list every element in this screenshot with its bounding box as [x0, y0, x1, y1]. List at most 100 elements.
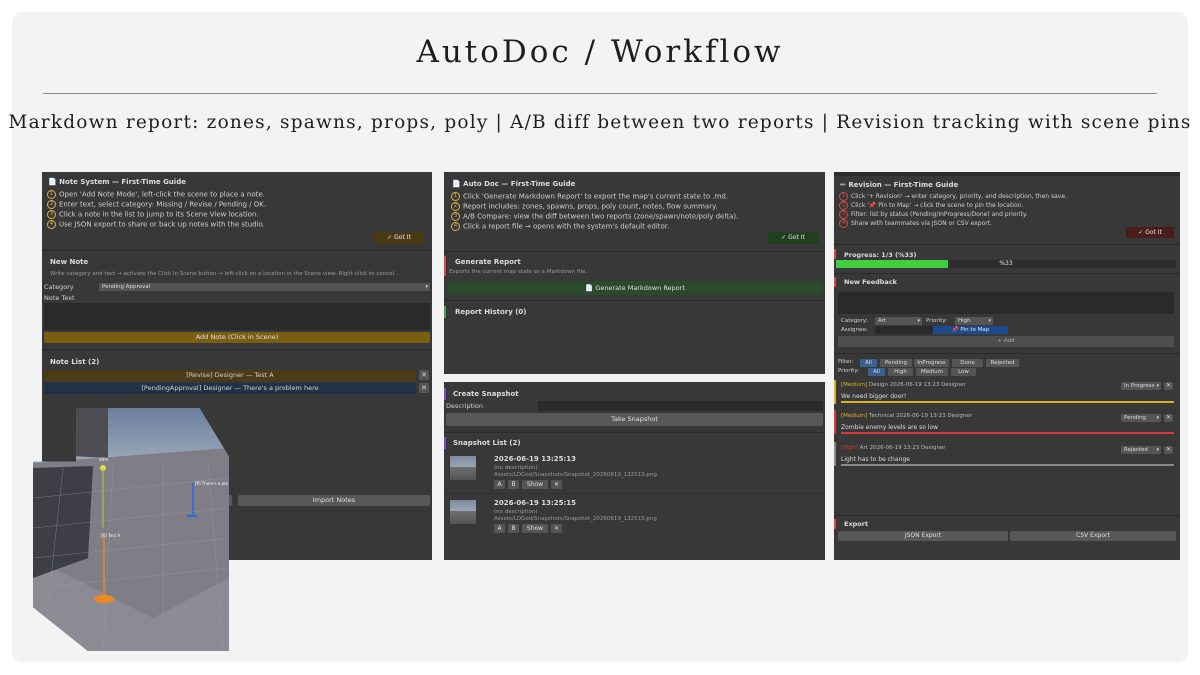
got-it-button[interactable]: ✓ Got It	[374, 232, 424, 244]
status-dropdown[interactable]: In Progress	[1121, 382, 1161, 390]
separator	[444, 493, 825, 494]
note-list-title: Note List (2)	[50, 358, 100, 366]
description-field[interactable]	[538, 401, 823, 411]
take-snapshot-button[interactable]: Take Snapshot	[446, 413, 823, 426]
filter-all[interactable]: All	[860, 359, 877, 367]
separator	[444, 251, 825, 252]
snapshot-thumbnail[interactable]	[450, 456, 476, 480]
section-accent	[834, 277, 836, 287]
step-3-icon: 3	[47, 210, 56, 219]
compare-a-button[interactable]: A	[494, 480, 505, 489]
section-accent	[444, 388, 446, 400]
snapshot-thumbnail[interactable]	[450, 500, 476, 524]
check-icon: ✓	[387, 234, 393, 241]
json-export-button[interactable]: JSON Export	[838, 531, 1008, 541]
separator	[42, 250, 432, 251]
priority-filter-low[interactable]: Low	[951, 368, 976, 376]
guide-line-2: 2 Click '📌 Pin to Map' → click the scene …	[839, 201, 1023, 210]
generate-report-button[interactable]: 📄 Generate Markdown Report	[447, 281, 823, 295]
status-dropdown[interactable]: Pending	[1121, 414, 1161, 422]
guide-line-4: 4 Click a report file → opens with the sy…	[451, 222, 669, 231]
priority-filter-medium[interactable]: Medium	[916, 368, 948, 376]
item-accent	[834, 410, 836, 434]
note-text-label: Note Text	[44, 294, 75, 302]
got-it-button[interactable]: ✓ Got It	[768, 232, 818, 244]
list-item[interactable]: [Revise] Designer — Test A	[44, 370, 416, 381]
check-icon: ✓	[1138, 229, 1144, 236]
scene-label-revise: [R] Test A	[101, 533, 120, 538]
compare-a-button[interactable]: A	[494, 524, 505, 533]
section-accent	[444, 306, 446, 318]
note-text-field[interactable]	[44, 303, 430, 330]
step-1-icon: 1	[47, 190, 56, 199]
priority-filter-all[interactable]: All	[868, 368, 885, 376]
guide-line-4: 4 Use JSON export to share or back up not…	[47, 220, 265, 229]
slide-subtitle: Markdown report: zones, spawns, props, p…	[8, 112, 1192, 133]
filter-label: Filter:	[838, 359, 854, 365]
filter-inprogress[interactable]: InProgress	[914, 359, 949, 367]
step-1-icon: 1	[451, 192, 460, 201]
delete-icon[interactable]: ✕	[551, 524, 562, 533]
delete-icon[interactable]: ✕	[551, 480, 562, 489]
guide-title: Note System — First-Time Guide	[59, 178, 186, 186]
progress-bar: %33	[836, 260, 1176, 268]
import-notes-button[interactable]: Import Notes	[238, 495, 430, 506]
compare-b-button[interactable]: B	[508, 480, 519, 489]
feedback-text-field[interactable]	[838, 292, 1174, 314]
csv-export-button[interactable]: CSV Export	[1010, 531, 1176, 541]
history-title: Report History (0)	[455, 308, 527, 316]
assignee-label: Assignee:	[841, 327, 868, 333]
add-note-button[interactable]: Add Note (Click in Scene)	[44, 332, 430, 343]
filter-done[interactable]: Done	[952, 359, 983, 367]
item-text: We need bigger door!	[841, 393, 907, 400]
priority-filter-high[interactable]: High	[888, 368, 913, 376]
filter-rejected[interactable]: Rejected	[986, 359, 1019, 367]
guide-line-4: 4 Share with teammates via JSON or CSV ex…	[839, 219, 992, 228]
close-icon[interactable]: ✕	[1164, 382, 1173, 390]
category-label: Category:	[841, 318, 868, 324]
guide-line-1: 1 Open 'Add Note Mode', left-click the sc…	[47, 190, 265, 199]
close-icon[interactable]: ✕	[1164, 414, 1173, 422]
pencil-icon: ✏	[840, 181, 846, 189]
priority-dropdown[interactable]: High	[955, 317, 993, 325]
guide-line-3: 3 Filter: list by status (Pending/InProgr…	[839, 210, 1028, 219]
separator	[834, 273, 1180, 274]
section-accent	[444, 256, 446, 276]
item-meta: [Medium] Design 2026-06-19 13:23 Designe…	[841, 382, 966, 388]
show-button[interactable]: Show	[522, 480, 548, 489]
filter-pending[interactable]: Pending	[880, 359, 912, 367]
step-1-icon: 1	[839, 192, 848, 201]
close-icon[interactable]: ✕	[419, 370, 429, 380]
snapshot-list-title: Snapshot List (2)	[453, 439, 521, 447]
description-label: Description	[446, 402, 484, 410]
separator	[834, 244, 1180, 245]
item-text: Light has to be change	[841, 456, 910, 463]
guide-header: ✏ Revision — First-Time Guide	[840, 181, 958, 189]
slide-title: AutoDoc / Workflow	[416, 34, 784, 70]
snapshot-path: Assets/LDGod/Snapshots/Snapshot_20260619…	[494, 516, 657, 522]
list-item[interactable]: [PendingApproval] Designer — There's a p…	[44, 383, 416, 394]
step-3-icon: 3	[839, 210, 848, 219]
close-icon[interactable]: ✕	[1164, 446, 1173, 454]
assignee-field[interactable]	[875, 326, 933, 334]
separator	[444, 300, 825, 301]
snapshot-desc: (no description)	[494, 509, 538, 515]
got-it-button[interactable]: ✓ Got It	[1126, 227, 1174, 238]
category-dropdown[interactable]: Art	[875, 317, 922, 325]
compare-b-button[interactable]: B	[508, 524, 519, 533]
section-accent	[834, 249, 836, 259]
guide-header: 📄 Note System — First-Time Guide	[48, 178, 186, 186]
progress-label: Progress: 1/3 (%33)	[844, 251, 917, 259]
guide-line-1: 1 Click 'Generate Markdown Report' to exp…	[451, 192, 728, 201]
item-underline	[841, 401, 1174, 403]
add-feedback-button[interactable]: + Add	[838, 336, 1174, 347]
status-dropdown[interactable]: Rejected	[1121, 446, 1161, 454]
show-button[interactable]: Show	[522, 524, 548, 533]
close-icon[interactable]: ✕	[419, 383, 429, 393]
pin-to-map-button[interactable]: 📌 Pin to Map	[933, 326, 1008, 334]
separator	[444, 432, 825, 433]
scene-label-pending: [P] There's a pro	[195, 481, 229, 486]
revision-panel: ✏ Revision — First-Time Guide 1 Click '+ …	[834, 172, 1180, 560]
category-dropdown[interactable]: Pending Approval	[99, 283, 430, 291]
guide-title: Auto Doc — First-Time Guide	[463, 180, 576, 188]
